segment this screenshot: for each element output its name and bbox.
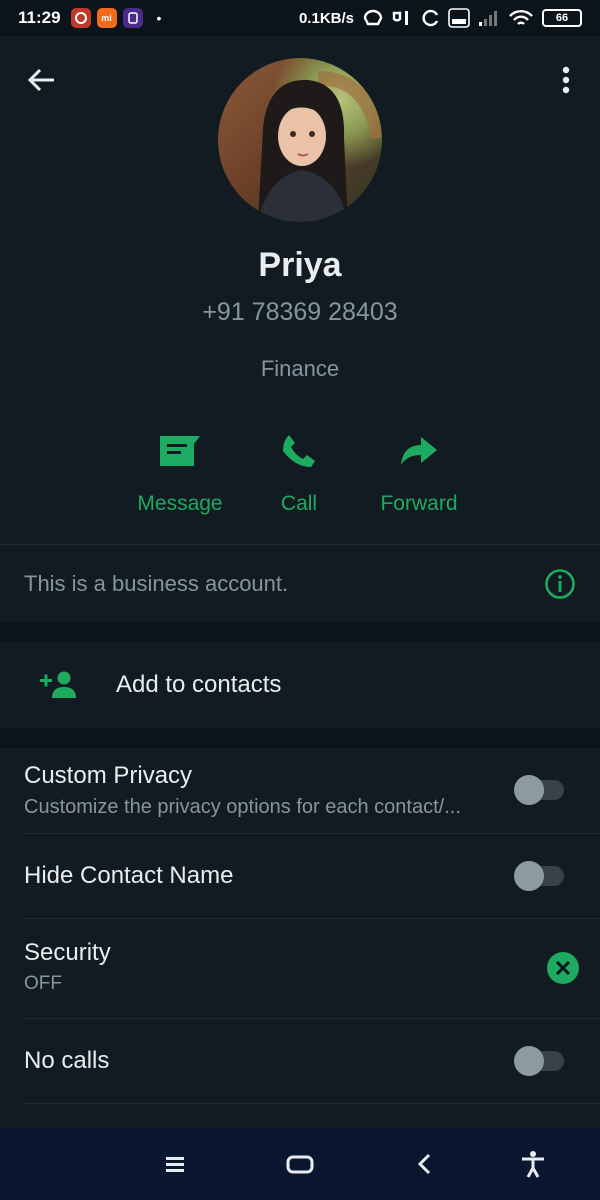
volte-icon xyxy=(448,8,470,28)
custom-privacy-toggle[interactable] xyxy=(514,775,564,805)
cell-signal-icon xyxy=(478,9,500,27)
no-calls-toggle[interactable] xyxy=(514,1046,564,1076)
toggle-knob xyxy=(514,775,544,805)
contact-header: Priya +91 78369 28403 Finance Message Ca… xyxy=(0,36,600,544)
message-button[interactable]: Message xyxy=(115,426,245,516)
network-speed: 0.1KB/s xyxy=(298,9,354,27)
security-off-badge[interactable] xyxy=(547,952,579,984)
row-divider xyxy=(24,1018,600,1019)
recents-menu-icon[interactable] xyxy=(160,1150,190,1178)
security-status: OFF xyxy=(24,973,62,994)
toggle-knob xyxy=(514,861,544,891)
hotspot-icon xyxy=(362,9,384,27)
contact-avatar[interactable] xyxy=(218,58,382,222)
hide-contact-name-toggle[interactable] xyxy=(514,861,564,891)
call-button[interactable]: Call xyxy=(234,426,364,516)
more-vertical-icon xyxy=(562,66,570,94)
hide-contact-name-row[interactable]: Hide Contact Name xyxy=(0,862,600,890)
phone-icon xyxy=(283,435,315,467)
forward-icon xyxy=(401,437,437,465)
row-divider xyxy=(24,918,600,919)
business-category: Finance xyxy=(260,356,340,381)
add-person-icon xyxy=(40,671,76,698)
system-navigation-bar xyxy=(0,1128,600,1200)
close-icon xyxy=(555,960,571,976)
back-nav-icon[interactable] xyxy=(410,1150,440,1178)
status-time: 11:29 xyxy=(18,8,61,27)
section-divider xyxy=(0,728,600,748)
status-bar: 11:29 mi • 0.1KB/s 66 xyxy=(0,0,600,36)
status-right: 0.1KB/s 66 xyxy=(299,8,582,28)
security-row[interactable]: Security OFF xyxy=(0,939,600,995)
custom-privacy-subtitle: Customize the privacy options for each c… xyxy=(24,796,461,818)
jar-app-icon xyxy=(122,8,143,28)
no-calls-row[interactable]: No calls xyxy=(0,1047,600,1075)
contact-name: Priya xyxy=(258,246,342,284)
mi-app-icon: mi xyxy=(96,8,117,28)
accessibility-icon[interactable] xyxy=(518,1150,548,1178)
forward-button[interactable]: Forward xyxy=(354,426,484,516)
add-to-contacts-row[interactable]: Add to contacts xyxy=(0,642,600,728)
security-title: Security xyxy=(24,939,111,966)
call-label: Call xyxy=(280,492,318,515)
arrow-left-icon xyxy=(27,68,54,92)
back-button[interactable] xyxy=(26,64,58,96)
section-divider xyxy=(0,622,600,642)
wifi-icon xyxy=(508,8,534,28)
business-account-notice[interactable]: This is a business account. xyxy=(0,544,600,622)
toggle-knob xyxy=(514,1046,544,1076)
row-divider xyxy=(24,1103,600,1104)
message-label: Message xyxy=(137,492,223,515)
add-to-contacts-label: Add to contacts xyxy=(116,671,282,698)
avatar-illustration xyxy=(258,71,382,222)
battery-icon: 66 xyxy=(542,9,582,27)
status-dot: • xyxy=(156,10,162,26)
info-icon[interactable] xyxy=(544,568,576,600)
custom-privacy-row[interactable]: Custom Privacy Customize the privacy opt… xyxy=(0,762,600,819)
contact-phone: +91 78369 28403 xyxy=(202,298,398,326)
sync-icon xyxy=(422,9,440,27)
signal-icon xyxy=(392,9,414,27)
home-icon[interactable] xyxy=(285,1150,315,1178)
more-options-button[interactable] xyxy=(552,64,580,96)
forward-label: Forward xyxy=(380,492,458,515)
row-divider xyxy=(24,833,600,834)
business-account-text: This is a business account. xyxy=(24,570,289,596)
message-icon xyxy=(160,436,200,466)
app-notification-icon xyxy=(70,8,91,28)
